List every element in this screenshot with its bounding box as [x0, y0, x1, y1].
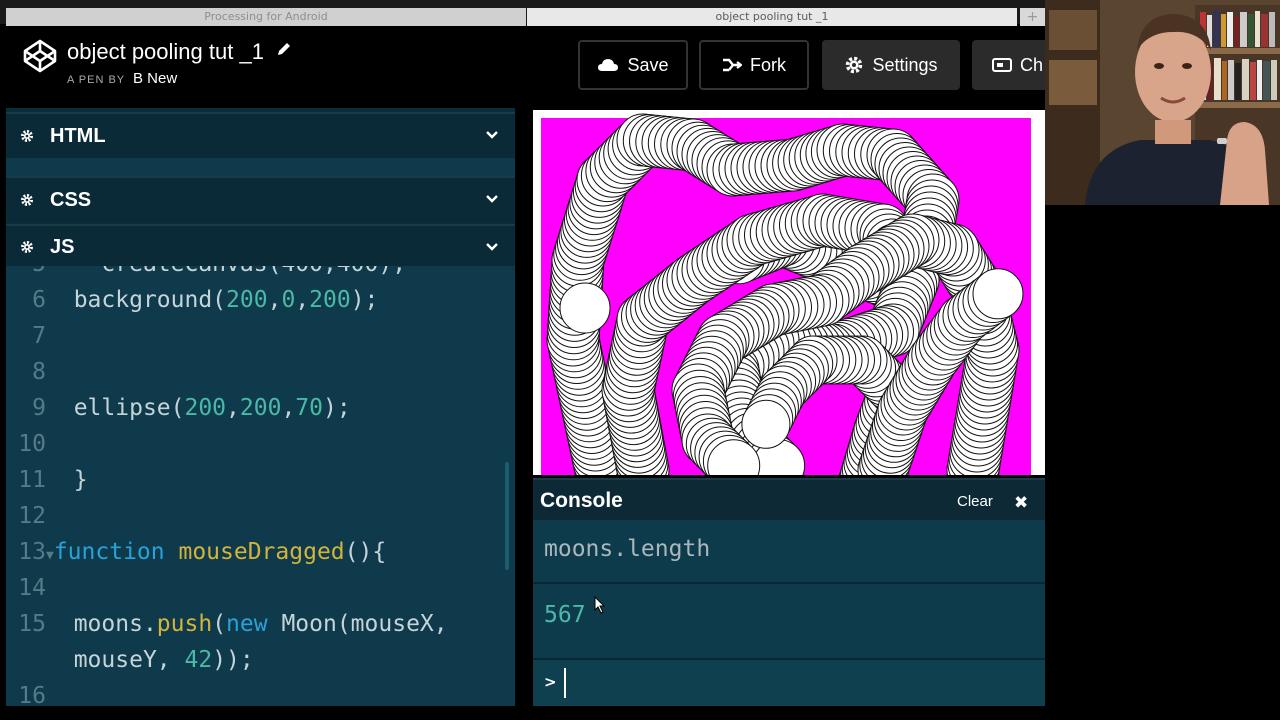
gear-icon[interactable] — [20, 240, 34, 254]
code-line: 13▼function mouseDragged(){ — [18, 539, 387, 565]
css-panel-header[interactable]: CSS — [6, 176, 515, 222]
preview-pane[interactable] — [533, 110, 1045, 475]
sketch-canvas[interactable] — [533, 110, 1045, 475]
chevron-down-icon[interactable] — [485, 240, 499, 254]
code-line: 6 background(200,0,200); — [32, 287, 379, 313]
js-code-editor[interactable]: 5 createCanvas(400,400); 6 background(20… — [6, 266, 515, 706]
code-line: 11 } — [18, 467, 88, 493]
code-text: ellipse(200,200,70); — [73, 395, 351, 421]
codepen-logo-icon[interactable] — [22, 38, 58, 74]
html-panel-title: HTML — [50, 124, 106, 147]
change-view-button[interactable]: Ch — [972, 40, 1045, 90]
fork-label: Fork — [750, 54, 786, 75]
close-icon[interactable]: ✖ — [1014, 493, 1028, 513]
html-panel-header[interactable]: HTML — [6, 112, 515, 158]
code-line: 5 createCanvas(400,400); — [6, 266, 406, 282]
mouse-cursor-icon — [594, 596, 606, 614]
settings-label: Settings — [872, 54, 938, 75]
pencil-icon[interactable] — [276, 41, 292, 57]
settings-button[interactable]: Settings — [822, 40, 960, 90]
code-text: function mouseDragged(){ — [53, 539, 387, 565]
pen-title[interactable]: object pooling tut _1 — [67, 39, 292, 65]
js-panel-title: JS — [50, 235, 75, 258]
save-label: Save — [627, 54, 669, 75]
css-panel-title: CSS — [50, 188, 92, 211]
webcam-overlay — [1045, 0, 1280, 205]
view-icon — [992, 58, 1012, 72]
code-line: 10 — [18, 431, 46, 457]
console-header: Console Clear ✖ — [533, 478, 1045, 520]
html-code-sliver — [6, 158, 515, 176]
gear-icon[interactable] — [20, 129, 34, 143]
change-view-label: Ch — [1020, 54, 1044, 75]
code-line: 8 — [32, 359, 46, 385]
browser-tab-processing[interactable]: Processing for Android — [6, 8, 526, 26]
code-text: moons.push(new Moon(mouseX, — [73, 611, 448, 637]
code-line: 9 ellipse(200,200,70); — [32, 395, 351, 421]
fork-icon — [723, 58, 742, 72]
code-line: 12 — [18, 503, 46, 529]
console-input[interactable]: > — [533, 660, 1045, 706]
pen-author-line: A PEN BY B New — [67, 70, 177, 87]
code-line: 14 — [18, 575, 46, 601]
gear-icon[interactable] — [20, 193, 34, 207]
pen-author-link[interactable]: B New — [133, 70, 177, 87]
browser-tab-bar: Processing for Android object pooling tu… — [0, 0, 1045, 26]
editor-scrollbar[interactable] — [505, 462, 509, 570]
new-tab-button[interactable]: + — [1020, 8, 1045, 26]
console-output-value: 567 — [544, 602, 586, 628]
code-line: mouseY, 42)); — [6, 642, 254, 678]
pen-by-label: A PEN BY — [67, 74, 125, 86]
console-clear-button[interactable]: Clear — [957, 493, 993, 510]
text-cursor — [564, 668, 566, 698]
pen-header: object pooling tut _1 A PEN BY B New Sav… — [0, 26, 1045, 102]
moon-circle — [741, 399, 791, 449]
moon-circle — [559, 282, 611, 334]
code-text: background(200,0,200); — [73, 287, 379, 313]
js-panel-header[interactable]: JS — [6, 224, 515, 268]
console-output-row: 567 — [533, 584, 1045, 660]
fork-button[interactable]: Fork — [699, 40, 809, 90]
save-button[interactable]: Save — [578, 40, 688, 90]
moon-circle — [972, 268, 1024, 320]
pen-title-text: object pooling tut _1 — [67, 39, 264, 64]
code-line: 16 — [18, 683, 46, 706]
code-line: 7 — [32, 323, 46, 349]
console-pane: Console Clear ✖ moons.length 567 > — [533, 478, 1045, 706]
console-echo-text: moons.length — [544, 536, 711, 562]
console-input-echo: moons.length — [533, 520, 1045, 584]
browser-tab-pen[interactable]: object pooling tut _1 — [527, 8, 1017, 26]
chevron-down-icon[interactable] — [485, 128, 499, 142]
console-prompt: > — [544, 673, 557, 691]
gear-icon — [846, 56, 863, 74]
code-text: mouseY, 42)); — [73, 647, 254, 673]
chevron-down-icon[interactable] — [485, 192, 499, 206]
code-line: 15 moons.push(new Moon(mouseX, — [18, 611, 448, 637]
editor-column: HTML CSS JS 5 createCanvas(400,400); 6 b… — [6, 108, 515, 706]
cloud-icon — [598, 59, 619, 71]
console-title: Console — [540, 489, 623, 512]
